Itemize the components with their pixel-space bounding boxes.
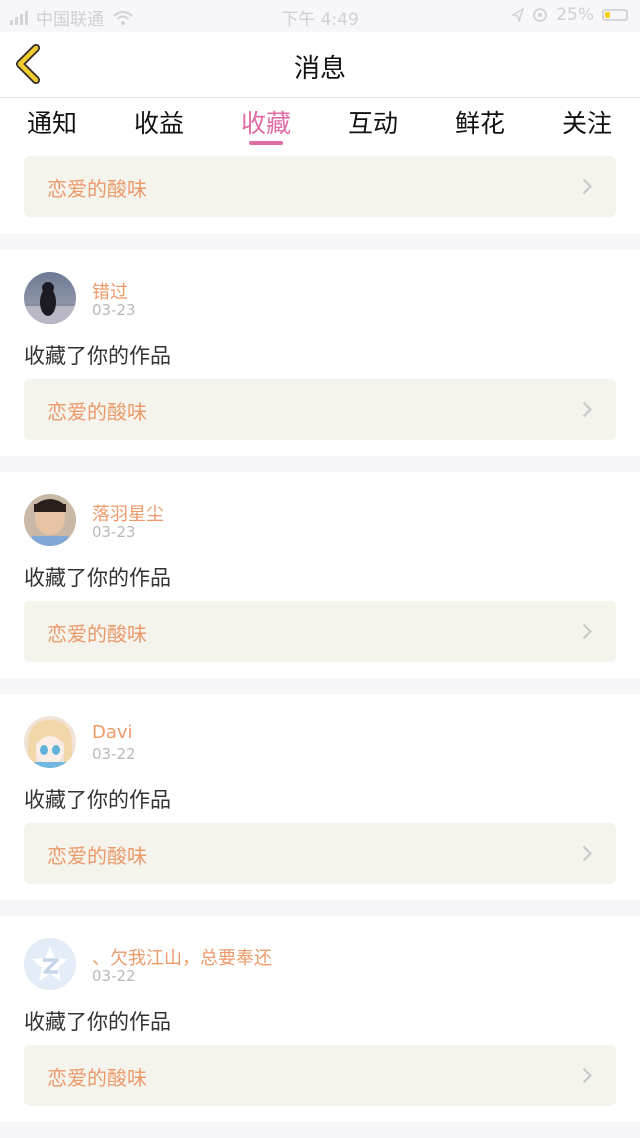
default-avatar-icon: [24, 938, 76, 990]
work-title: 恋爱的酸味: [47, 177, 147, 201]
location-icon: [512, 8, 525, 22]
action-text: 收藏了你的作品: [24, 1010, 171, 1034]
alarm-icon: [533, 8, 548, 22]
avatar[interactable]: [24, 494, 76, 546]
battery-percent: 25%: [556, 5, 594, 25]
user-name[interactable]: Davi: [92, 722, 133, 743]
list-item: 恋爱的酸味: [0, 146, 640, 234]
work-title: 恋爱的酸味: [47, 844, 147, 868]
date-label: 03-23: [92, 301, 136, 319]
list-item: 落羽星尘 03-23 收藏了你的作品 恋爱的酸味: [0, 472, 640, 678]
tab-earnings[interactable]: 收益: [114, 104, 204, 140]
work-title: 恋爱的酸味: [47, 400, 147, 424]
chevron-right-icon: [582, 845, 592, 862]
work-link[interactable]: 恋爱的酸味: [24, 1045, 616, 1106]
tab-favorites[interactable]: 收藏: [221, 104, 311, 140]
work-title: 恋爱的酸味: [47, 1066, 147, 1090]
battery-icon: [602, 9, 628, 21]
list-item: 、欠我江山，总要奉还 03-22 收藏了你的作品 恋爱的酸味: [0, 916, 640, 1122]
action-text: 收藏了你的作品: [24, 788, 171, 812]
page-title: 消息: [293, 54, 346, 84]
action-text: 收藏了你的作品: [24, 566, 171, 590]
date-label: 03-22: [92, 967, 136, 985]
list-item: 错过 03-23 收藏了你的作品 恋爱的酸味: [0, 250, 640, 456]
work-link[interactable]: 恋爱的酸味: [24, 379, 616, 440]
chevron-right-icon: [582, 401, 592, 418]
chevron-right-icon: [582, 623, 592, 640]
avatar[interactable]: [24, 716, 76, 768]
work-link[interactable]: 恋爱的酸味: [24, 823, 616, 884]
work-link[interactable]: 恋爱的酸味: [24, 156, 616, 217]
date-label: 03-23: [92, 523, 136, 541]
avatar[interactable]: [24, 938, 76, 990]
tab-bar: 通知 收益 收藏 互动 鲜花 关注: [0, 98, 640, 146]
active-tab-indicator: [249, 141, 283, 145]
tab-interactions[interactable]: 互动: [328, 104, 418, 140]
status-bar: 中国联通 下午 4:49 25%: [0, 0, 640, 32]
work-title: 恋爱的酸味: [47, 622, 147, 646]
avatar[interactable]: [24, 272, 76, 324]
action-text: 收藏了你的作品: [24, 344, 171, 368]
tab-notifications[interactable]: 通知: [7, 104, 97, 140]
date-label: 03-22: [92, 745, 136, 763]
list-item: Davi 03-22 收藏了你的作品 恋爱的酸味: [0, 694, 640, 900]
work-link[interactable]: 恋爱的酸味: [24, 601, 616, 662]
navigation-bar: 消息: [0, 32, 640, 98]
chevron-right-icon: [582, 1067, 592, 1084]
tab-flowers[interactable]: 鲜花: [435, 104, 525, 140]
tab-follows[interactable]: 关注: [542, 104, 632, 140]
chevron-right-icon: [582, 178, 592, 195]
